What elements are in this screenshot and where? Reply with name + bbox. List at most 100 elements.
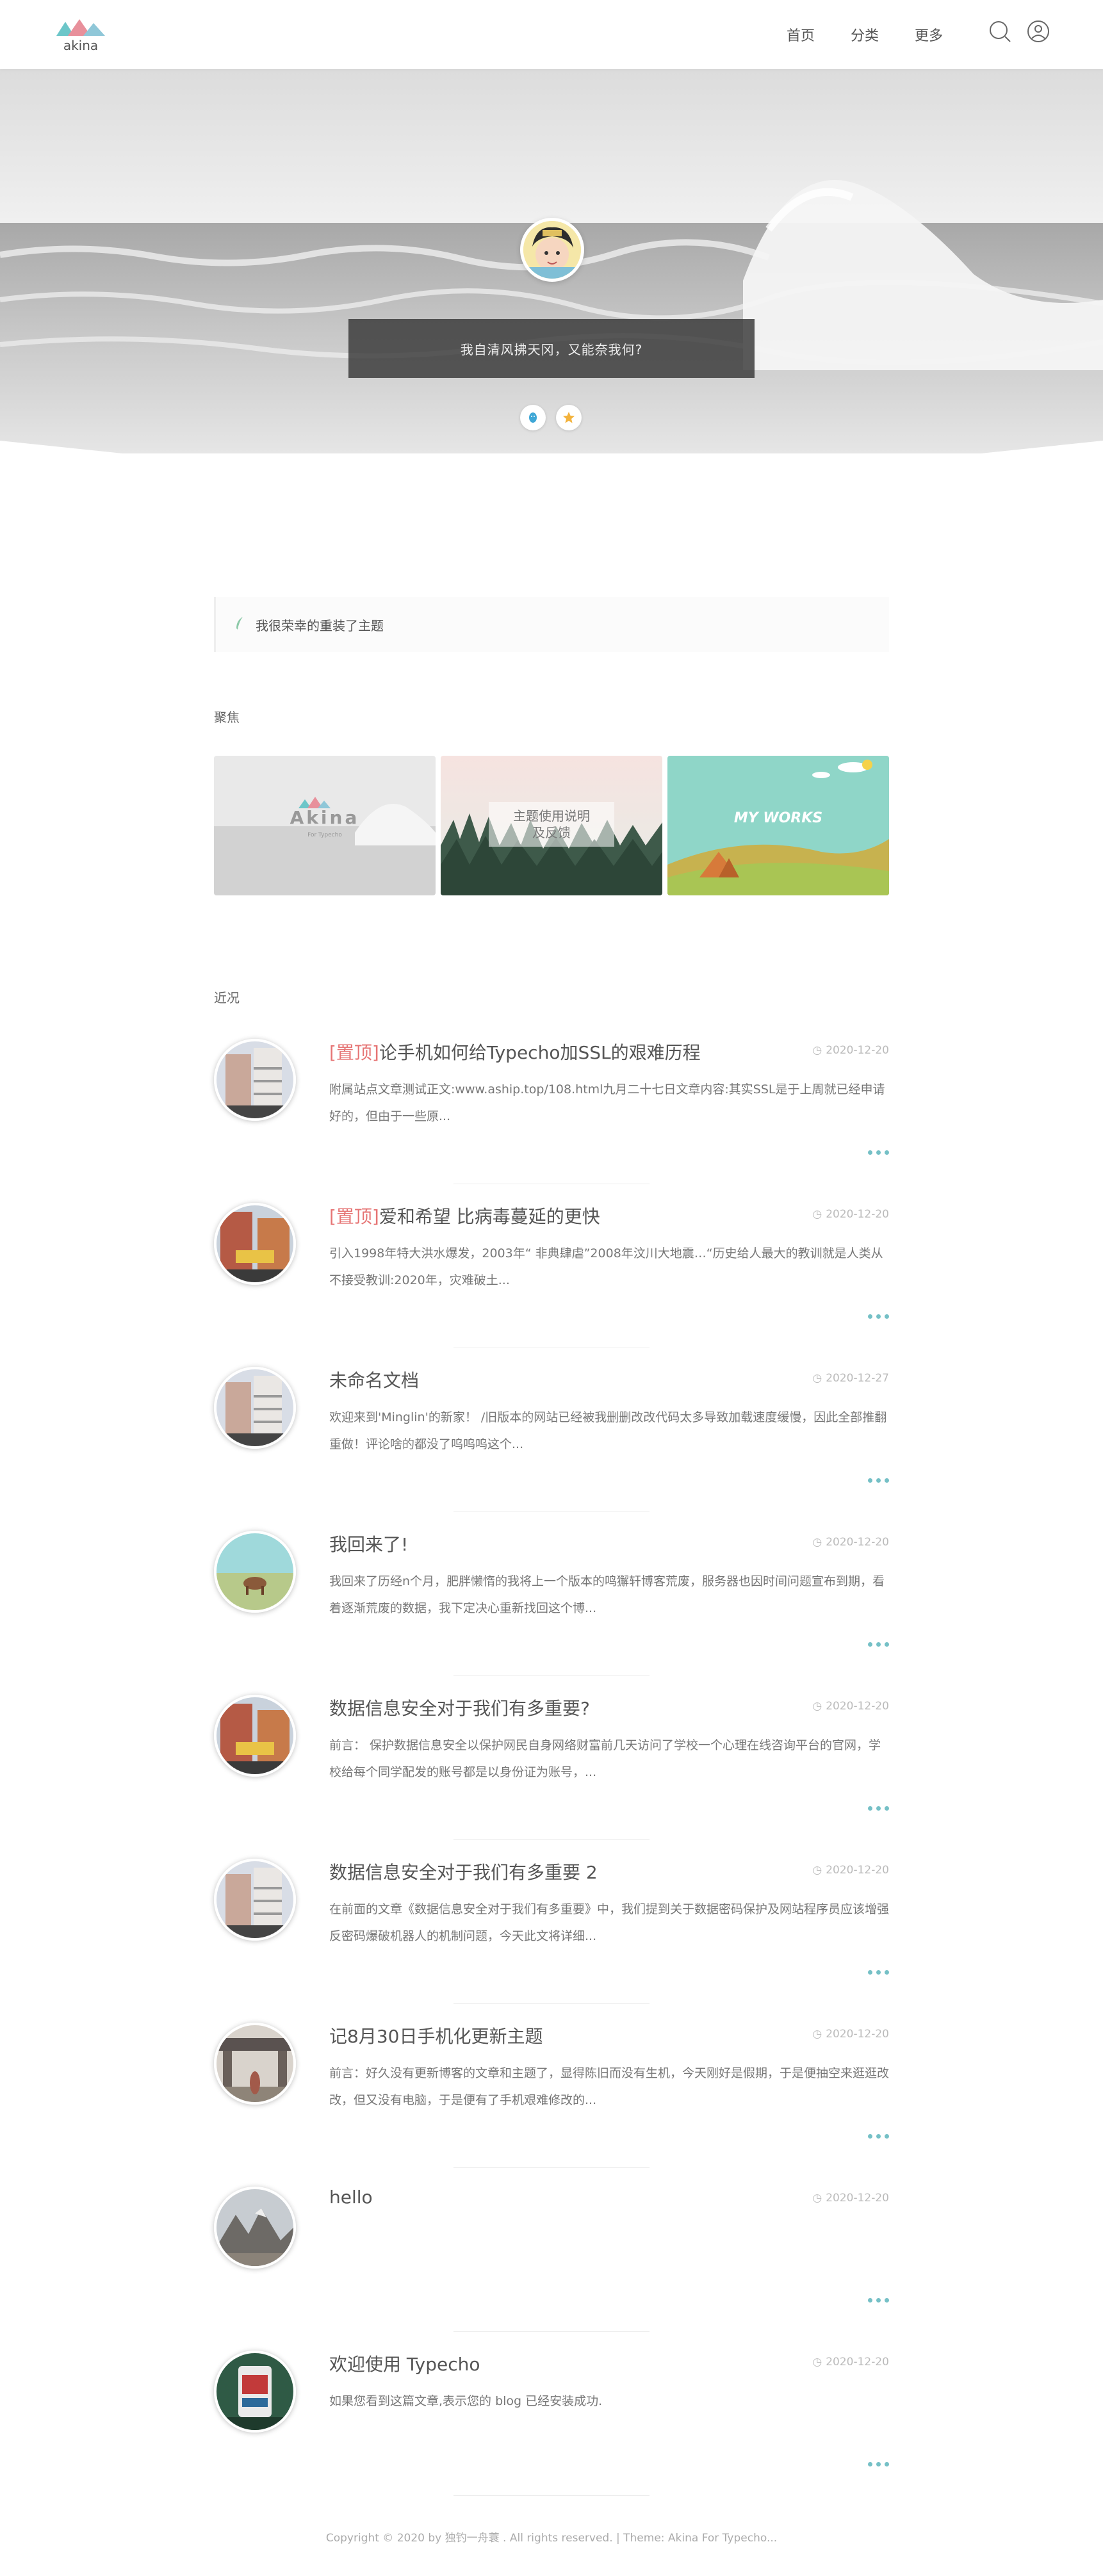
post-title[interactable]: 欢迎使用 Typecho — [329, 2351, 480, 2376]
post-title[interactable]: 数据信息安全对于我们有多重要? — [329, 1695, 590, 1720]
post-title-text[interactable]: 欢迎使用 Typecho — [329, 2354, 480, 2375]
author-avatar[interactable] — [520, 218, 584, 282]
post-title-text[interactable]: 数据信息安全对于我们有多重要? — [329, 1698, 590, 1719]
post-title-text[interactable]: 数据信息安全对于我们有多重要 2 — [329, 1862, 598, 1883]
post-thumbnail[interactable] — [214, 1859, 296, 1941]
more-icon[interactable] — [868, 2462, 889, 2466]
qq-icon[interactable] — [520, 405, 546, 430]
more-icon[interactable] — [868, 1314, 889, 1319]
section-title-focus: 聚焦 — [214, 710, 240, 725]
post-divider — [453, 1675, 650, 1676]
post-excerpt: 我回来了历经n个月，肥胖懒惰的我将上一个版本的鸣獬轩博客荒废，服务器也因时间问题… — [329, 1574, 885, 1615]
svg-text:akina: akina — [63, 38, 98, 53]
post-item[interactable]: [置顶]论手机如何给Typecho加SSL的艰难历程 ◷ 2020-12-20 附… — [214, 1021, 889, 1185]
hero-banner: 我自清风拂天冈，又能奈我何? — [0, 69, 1103, 498]
post-item[interactable]: hello ◷ 2020-12-20 — [214, 2169, 889, 2333]
post-date: ◷ 2020-12-20 — [812, 1208, 889, 1221]
post-date: ◷ 2020-12-20 — [812, 2192, 889, 2205]
post-title[interactable]: hello — [329, 2187, 373, 2208]
nav-item-more[interactable]: 更多 — [915, 24, 943, 45]
post-thumbnail[interactable] — [214, 1367, 296, 1449]
site-logo[interactable]: akina — [54, 17, 111, 53]
post-divider — [453, 1839, 650, 1840]
post-item[interactable]: 欢迎使用 Typecho ◷ 2020-12-20 如果您看到这篇文章,表示您的 … — [214, 2333, 889, 2497]
more-icon[interactable] — [868, 1970, 889, 1975]
post-title-text[interactable]: 爱和希望 比病毒蔓延的更快 — [379, 1206, 600, 1227]
more-icon[interactable] — [868, 1478, 889, 1483]
post-date: ◷ 2020-12-20 — [812, 2028, 889, 2041]
more-icon[interactable] — [868, 1806, 889, 1811]
post-date-text: 2020-12-20 — [826, 1044, 889, 1057]
site-footer: Copyright © 2020 by 独钓一舟蓑 . All rights r… — [325, 2532, 778, 2545]
post-divider — [453, 2003, 650, 2004]
post-divider — [453, 2495, 650, 2496]
post-title-text[interactable]: hello — [329, 2187, 373, 2208]
post-title[interactable]: [置顶]论手机如何给Typecho加SSL的艰难历程 — [329, 1039, 701, 1064]
feature-card-usage[interactable]: 主题使用说明 及反馈 — [441, 756, 662, 895]
post-title[interactable]: 未命名文档 — [329, 1367, 419, 1392]
post-divider — [453, 2331, 650, 2332]
post-item[interactable]: 数据信息安全对于我们有多重要 2 ◷ 2020-12-20 在前面的文章《数据信息… — [214, 1841, 889, 2005]
post-item[interactable]: 未命名文档 ◷ 2020-12-27 欢迎来到'Minglin'的新家！ /旧版本… — [214, 1349, 889, 1513]
clock-icon: ◷ — [812, 1044, 822, 1057]
post-thumbnail[interactable] — [214, 2351, 296, 2433]
post-thumbnail[interactable] — [214, 2023, 296, 2105]
svg-text:For Typecho: For Typecho — [307, 832, 342, 838]
hero-background-image — [0, 69, 1103, 498]
feature-card-usage-label: 主题使用说明 及反馈 — [441, 756, 662, 895]
post-thumbnail[interactable] — [214, 1695, 296, 1777]
post-excerpt: 前言： 保护数据信息安全以保护网民自身网络财富前几天访问了学校一个心理在线咨询平… — [329, 1738, 881, 1779]
post-title-text[interactable]: 论手机如何给Typecho加SSL的艰难历程 — [379, 1042, 701, 1063]
post-thumbnail[interactable] — [214, 2187, 296, 2269]
post-date-text: 2020-12-20 — [826, 2356, 889, 2368]
post-item[interactable]: 数据信息安全对于我们有多重要? ◷ 2020-12-20 前言： 保护数据信息安全… — [214, 1677, 889, 1841]
feather-icon — [234, 615, 245, 633]
post-thumbnail[interactable] — [214, 1039, 296, 1121]
post-title[interactable]: 记8月30日手机化更新主题 — [329, 2023, 543, 2048]
post-item[interactable]: 我回来了! ◷ 2020-12-20 我回来了历经n个月，肥胖懒惰的我将上一个版本… — [214, 1513, 889, 1677]
more-icon[interactable] — [868, 1150, 889, 1155]
post-thumbnail[interactable] — [214, 1531, 296, 1613]
post-date: ◷ 2020-12-20 — [812, 1044, 889, 1057]
nav-item-category[interactable]: 分类 — [851, 24, 879, 45]
post-excerpt: 引入1998年特大洪水爆发，2003年“ 非典肆虐”2008年汶川大地震…“历史… — [329, 1246, 883, 1287]
post-excerpt: 如果您看到这篇文章,表示您的 blog 已经安装成功. — [329, 2394, 603, 2408]
main-nav: 首页 分类 更多 — [787, 24, 943, 45]
notice-text: 我很荣幸的重装了主题 — [256, 617, 384, 633]
post-thumbnail[interactable] — [214, 1203, 296, 1285]
feature-usage-subtitle: 及反馈 — [532, 825, 571, 840]
post-date: ◷ 2020-12-20 — [812, 2356, 889, 2368]
more-icon[interactable] — [868, 1642, 889, 1647]
post-title[interactable]: [置顶]爱和希望 比病毒蔓延的更快 — [329, 1203, 600, 1228]
post-title[interactable]: 数据信息安全对于我们有多重要 2 — [329, 1859, 598, 1884]
star-icon[interactable] — [556, 405, 582, 430]
feature-card-works[interactable]: MY WORKS — [667, 756, 889, 895]
post-item[interactable]: 记8月30日手机化更新主题 ◷ 2020-12-20 前言：好久没有更新博客的文章… — [214, 2005, 889, 2169]
post-date: ◷ 2020-12-20 — [812, 1536, 889, 1549]
post-item[interactable]: [置顶]爱和希望 比病毒蔓延的更快 ◷ 2020-12-20 引入1998年特大洪… — [214, 1185, 889, 1349]
clock-icon: ◷ — [812, 1864, 822, 1877]
section-title-recent: 近况 — [214, 990, 240, 1006]
more-icon[interactable] — [868, 2298, 889, 2303]
post-divider — [453, 2167, 650, 2168]
post-date-text: 2020-12-20 — [826, 1536, 889, 1549]
clock-icon: ◷ — [812, 1536, 822, 1549]
svg-text:Akina: Akina — [290, 807, 360, 828]
post-title-text[interactable]: 未命名文档 — [329, 1370, 419, 1391]
notice-bar: 我很荣幸的重装了主题 — [214, 597, 889, 652]
post-title-text[interactable]: 记8月30日手机化更新主题 — [329, 2026, 543, 2047]
post-excerpt: 在前面的文章《数据信息安全对于我们有多重要》中，我们提到关于数据密码保护及网站程… — [329, 1902, 890, 1943]
post-title[interactable]: 我回来了! — [329, 1531, 408, 1556]
nav-item-home[interactable]: 首页 — [787, 24, 815, 45]
post-excerpt: 欢迎来到'Minglin'的新家！ /旧版本的网站已经被我删删改改代码太多导致加… — [329, 1410, 887, 1451]
post-excerpt: 附属站点文章测试正文:www.aship.top/108.html九月二十七日文… — [329, 1082, 885, 1123]
more-icon[interactable] — [868, 2134, 889, 2139]
user-icon[interactable] — [1026, 19, 1050, 44]
post-date-text: 2020-12-20 — [826, 1208, 889, 1221]
post-date: ◷ 2020-12-20 — [812, 1864, 889, 1877]
post-date: ◷ 2020-12-20 — [812, 1700, 889, 1713]
feature-card-akina[interactable]: Akina For Typecho — [214, 756, 436, 895]
clock-icon: ◷ — [812, 2028, 822, 2041]
post-title-text[interactable]: 我回来了! — [329, 1534, 408, 1555]
search-icon[interactable] — [988, 19, 1012, 44]
